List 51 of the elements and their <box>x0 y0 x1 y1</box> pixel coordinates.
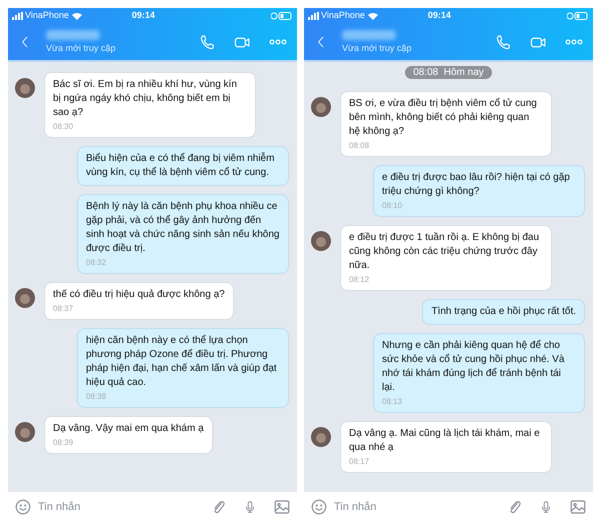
wifi-icon <box>72 12 82 20</box>
message-text: e điều trị được 1 tuần rồi ạ. E không bị đau cũng không còn các triệu chứng trước đây nữa. <box>349 231 540 273</box>
message-time: 08:39 <box>53 437 74 448</box>
more-icon[interactable] <box>565 37 583 47</box>
avatar-icon <box>15 288 35 308</box>
contact-status: Vừa mới truy cập <box>46 42 116 54</box>
blurred-contact-name <box>342 30 396 40</box>
contact-status: Vừa mới truy cập <box>342 42 412 54</box>
date-chip: 08:08 Hôm nay <box>405 66 492 79</box>
more-icon[interactable] <box>269 37 287 47</box>
image-icon[interactable] <box>569 498 587 516</box>
message-text: thế có điều trị hiệu quả được không ạ? <box>53 288 225 302</box>
message-time: 08:38 <box>86 391 108 402</box>
message-time: 08:13 <box>382 396 404 407</box>
emoji-icon[interactable] <box>310 498 328 516</box>
avatar-icon <box>15 422 35 442</box>
clock-time: 09:14 <box>428 9 451 22</box>
message-text: Dạ vâng. Vậy mai em qua khám ạ <box>53 422 204 436</box>
message-text: e điều trị được bao lâu rồi? hiện tại có gặp triệu chứng gì không? <box>382 171 571 199</box>
message-text: Bệnh lý này là căn bệnh phụ khoa nhiều ce gặp phải, và có thể gây ảnh hưởng đến sinh hoạt và chức năng sinh sản nếu không được điều trị. <box>86 200 280 256</box>
message-text: Bác sĩ ơi. Em bị ra nhiều khí hư, vùng kín bị ngứa ngáy khó chịu, không biết em bị sao ạ? <box>53 78 238 120</box>
avatar-icon <box>15 78 35 98</box>
message-time: 08:08 <box>349 140 370 151</box>
message-time: 08:12 <box>349 274 370 285</box>
message-time: 08:32 <box>86 257 108 268</box>
battery-icon <box>271 12 293 20</box>
message-text: Nhưng e cần phải kiêng quan hệ để cho sức khỏe và cổ tử cung hồi phục nhé. Và nhớ tái khám đúng lịch để tránh bệnh tái lại. <box>382 339 566 395</box>
avatar-icon <box>311 97 331 117</box>
clock-time: 09:14 <box>132 9 155 22</box>
message-time: 08:37 <box>53 303 74 314</box>
blurred-contact-name <box>46 30 100 40</box>
message-time: 08:10 <box>382 200 404 211</box>
message-text: Biểu hiện của e có thể đang bị viêm nhiễm vùng kín, cụ thể là bệnh viêm cổ tử cung. <box>86 152 276 180</box>
emoji-icon[interactable] <box>14 498 32 516</box>
message-text: BS ơi, e vừa điều trị bệnh viêm cổ tử cung bên mình, không biết có phải kiêng quan hệ không ạ? <box>349 97 538 139</box>
battery-icon <box>567 12 589 20</box>
message-text: Dạ vâng ạ. Mai cũng là lịch tái khám, mai e qua nhé ạ <box>349 427 541 455</box>
message-time: 08:17 <box>349 456 370 467</box>
avatar-icon <box>311 231 331 251</box>
carrier-name: VinaPhone <box>25 9 69 22</box>
image-icon[interactable] <box>273 498 291 516</box>
message-time: 08:30 <box>53 121 74 132</box>
message-text: Tình trạng của e hồi phục rất tốt. <box>431 305 576 319</box>
phone-icon[interactable] <box>199 34 216 50</box>
signal-icon <box>12 12 23 20</box>
phone-icon[interactable] <box>495 34 512 50</box>
signal-icon <box>308 12 319 20</box>
message-text: hiện căn bệnh này e có thể lựa chọn phương pháp Ozone để điều trị. Phương pháp hiện đại, hạn chế xâm lấn và giúp đạt hiệu quả cao. <box>86 334 278 390</box>
avatar-icon <box>311 427 331 447</box>
carrier-name: VinaPhone <box>321 9 365 22</box>
wifi-icon <box>368 12 378 20</box>
